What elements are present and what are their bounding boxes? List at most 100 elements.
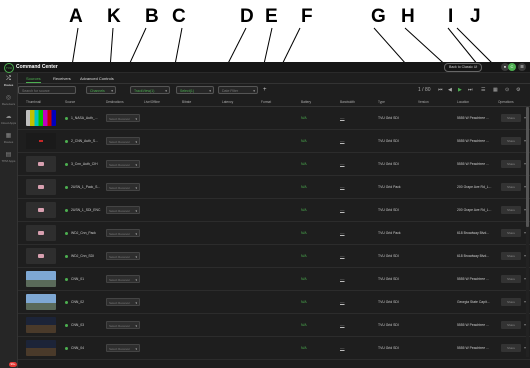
scroll-thumb[interactable]: [526, 107, 529, 227]
bandwidth-value[interactable]: ----: [340, 176, 345, 198]
source-name[interactable]: CNN_02: [65, 291, 84, 313]
search-input[interactable]: Search for source: [18, 86, 76, 94]
table-row[interactable]: 2USN_1_Pack_S... Select Receiver ▾ N/A ---- T…: [18, 176, 530, 199]
table-row[interactable]: 2_CNN_Auth_S... Select Receiver ▾ N/A ---- TV…: [18, 130, 530, 153]
date-filter[interactable]: Date Filter ▾: [218, 86, 258, 94]
first-page-icon[interactable]: ⏮: [438, 86, 443, 94]
source-name[interactable]: 3_Cnn_Auth_CIH: [65, 153, 98, 175]
thumbnail[interactable]: [26, 225, 56, 241]
table-row[interactable]: WDJ_Cnn_Pack Select Receiver ▾ N/A ---- TVU G…: [18, 222, 530, 245]
thumbnail[interactable]: [26, 110, 56, 126]
tab-sources[interactable]: Sources: [26, 75, 41, 83]
notification-badge[interactable]: 99+: [9, 362, 17, 367]
bandwidth-value[interactable]: ----: [340, 291, 345, 313]
thumbnail[interactable]: [26, 294, 56, 310]
bandwidth-value[interactable]: ----: [340, 199, 345, 221]
sidebar-item-tpm-apps[interactable]: ▤ TPM Apps: [0, 152, 17, 163]
table-row[interactable]: CNN_01 Select Receiver ▾ N/A ---- TVU Grid SD…: [18, 268, 530, 291]
destination-select[interactable]: Select Receiver ▾: [106, 298, 140, 306]
share-button[interactable]: Share: [501, 160, 521, 168]
user-avatar[interactable]: C: [508, 63, 516, 71]
thumbnail[interactable]: [26, 156, 56, 172]
source-name[interactable]: CNN_03: [65, 314, 84, 336]
share-button[interactable]: Share: [501, 298, 521, 306]
title-bar: TVU Command Center Back to Classic UI ● …: [0, 62, 530, 73]
receiver-icon: ◎: [5, 95, 12, 101]
filter-settings-icon[interactable]: ⊙: [505, 86, 509, 94]
tab-advanced-controls[interactable]: Advanced Controls: [80, 75, 114, 82]
destination-select[interactable]: Select Receiver ▾: [106, 206, 140, 214]
bandwidth-value[interactable]: ----: [340, 107, 345, 129]
thumbnail[interactable]: [26, 271, 56, 287]
thumbnail[interactable]: [26, 317, 56, 333]
list-view-icon[interactable]: ☰: [481, 86, 485, 94]
destination-select[interactable]: Select Receiver ▾: [106, 114, 140, 122]
destination-select[interactable]: Select Receiver ▾: [106, 344, 140, 352]
type-value: TVU Grid SDI: [378, 208, 399, 212]
table-row[interactable]: 2USN_1_SDI_ENC Select Receiver ▾ N/A ---- TVU…: [18, 199, 530, 222]
bandwidth-value[interactable]: ----: [340, 130, 345, 152]
source-name[interactable]: CNN_01: [65, 268, 84, 290]
source-name[interactable]: CNN_04: [65, 337, 84, 359]
bandwidth-value[interactable]: ----: [340, 337, 345, 359]
share-button[interactable]: Share: [501, 275, 521, 283]
share-button[interactable]: Share: [501, 114, 521, 122]
prev-page-icon[interactable]: ◀: [448, 86, 452, 94]
table-row[interactable]: CNN_04 Select Receiver ▾ N/A ---- TVU Grid SD…: [18, 337, 530, 360]
grid-view-icon[interactable]: ▦: [493, 86, 498, 94]
back-to-classic-link[interactable]: Back to Classic UI: [444, 63, 483, 72]
source-name[interactable]: 1_NASA_Auth_...: [65, 107, 98, 129]
table-row[interactable]: CNN_03 Select Receiver ▾ N/A ---- TVU Grid SD…: [18, 314, 530, 337]
thumbnail[interactable]: [26, 133, 56, 149]
destination-select[interactable]: Select Receiver ▾: [106, 275, 140, 283]
tab-receivers[interactable]: Receivers: [53, 75, 71, 82]
sidebar-item-cloud-apps[interactable]: ☁ Cloud Apps: [0, 114, 17, 125]
destination-select[interactable]: Select Receiver ▾: [106, 321, 140, 329]
thumbnail[interactable]: [26, 179, 56, 195]
destination-select[interactable]: Select Receiver ▾: [106, 252, 140, 260]
next-page-icon[interactable]: ▶: [458, 86, 462, 94]
thumbnail[interactable]: [26, 340, 56, 356]
destination-select[interactable]: Select Receiver ▾: [106, 229, 140, 237]
thumbnail[interactable]: [26, 248, 56, 264]
source-name[interactable]: 2USN_1_SDI_ENC: [65, 199, 100, 221]
channels-filter[interactable]: Channels ▾: [86, 86, 116, 94]
add-filter-icon[interactable]: +: [263, 86, 267, 94]
table-row[interactable]: 1_NASA_Auth_... Select Receiver ▾ N/A ---- TV…: [18, 107, 530, 130]
table-row[interactable]: WDJ_Cnn_SDI Select Receiver ▾ N/A ---- TVU Gr…: [18, 245, 530, 268]
destination-select[interactable]: Select Receiver ▾: [106, 183, 140, 191]
share-button[interactable]: Share: [501, 229, 521, 237]
share-button[interactable]: Share: [501, 321, 521, 329]
share-button[interactable]: Share: [501, 252, 521, 260]
bandwidth-value[interactable]: ----: [340, 268, 345, 290]
destination-select[interactable]: Select Receiver ▾: [106, 160, 140, 168]
source-name[interactable]: 2_CNN_Auth_S...: [65, 130, 98, 152]
select-filter[interactable]: Select(1) ▾: [176, 86, 214, 94]
track-view-filter[interactable]: TrackView(1) ▾: [130, 86, 170, 94]
share-button[interactable]: Share: [501, 344, 521, 352]
share-button[interactable]: Share: [501, 137, 521, 145]
bandwidth-value[interactable]: ----: [340, 245, 345, 267]
bandwidth-value[interactable]: ----: [340, 153, 345, 175]
bandwidth-value[interactable]: ----: [340, 314, 345, 336]
last-page-icon[interactable]: ⏭: [468, 86, 473, 94]
table-scrollbar[interactable]: [526, 107, 529, 357]
table-row[interactable]: CNN_02 Select Receiver ▾ N/A ---- TVU Grid SD…: [18, 291, 530, 314]
type-value: TVU Grid SDI: [378, 254, 399, 258]
source-name[interactable]: WDJ_Cnn_SDI: [65, 245, 94, 267]
source-name[interactable]: WDJ_Cnn_Pack: [65, 222, 96, 244]
sidebar-item-receivers[interactable]: ◎ Receivers: [0, 95, 17, 106]
source-name[interactable]: 2USN_1_Pack_S...: [65, 176, 100, 198]
share-button[interactable]: Share: [501, 206, 521, 214]
chevron-down-icon: ▾: [135, 347, 137, 351]
sidebar-item-routes[interactable]: ⤮ Routes: [0, 76, 17, 87]
table-row[interactable]: 3_Cnn_Auth_CIH Select Receiver ▾ N/A ---- TVU…: [18, 153, 530, 176]
command-center-app: TVU Command Center Back to Classic UI ● …: [0, 62, 530, 368]
settings-icon[interactable]: ⚙: [516, 86, 520, 94]
share-button[interactable]: Share: [501, 183, 521, 191]
sidebar-item-routes-2[interactable]: ▦ Routes: [0, 133, 17, 144]
menu-icon[interactable]: ☰: [518, 63, 526, 71]
destination-select[interactable]: Select Receiver ▾: [106, 137, 140, 145]
thumbnail[interactable]: [26, 202, 56, 218]
bandwidth-value[interactable]: ----: [340, 222, 345, 244]
